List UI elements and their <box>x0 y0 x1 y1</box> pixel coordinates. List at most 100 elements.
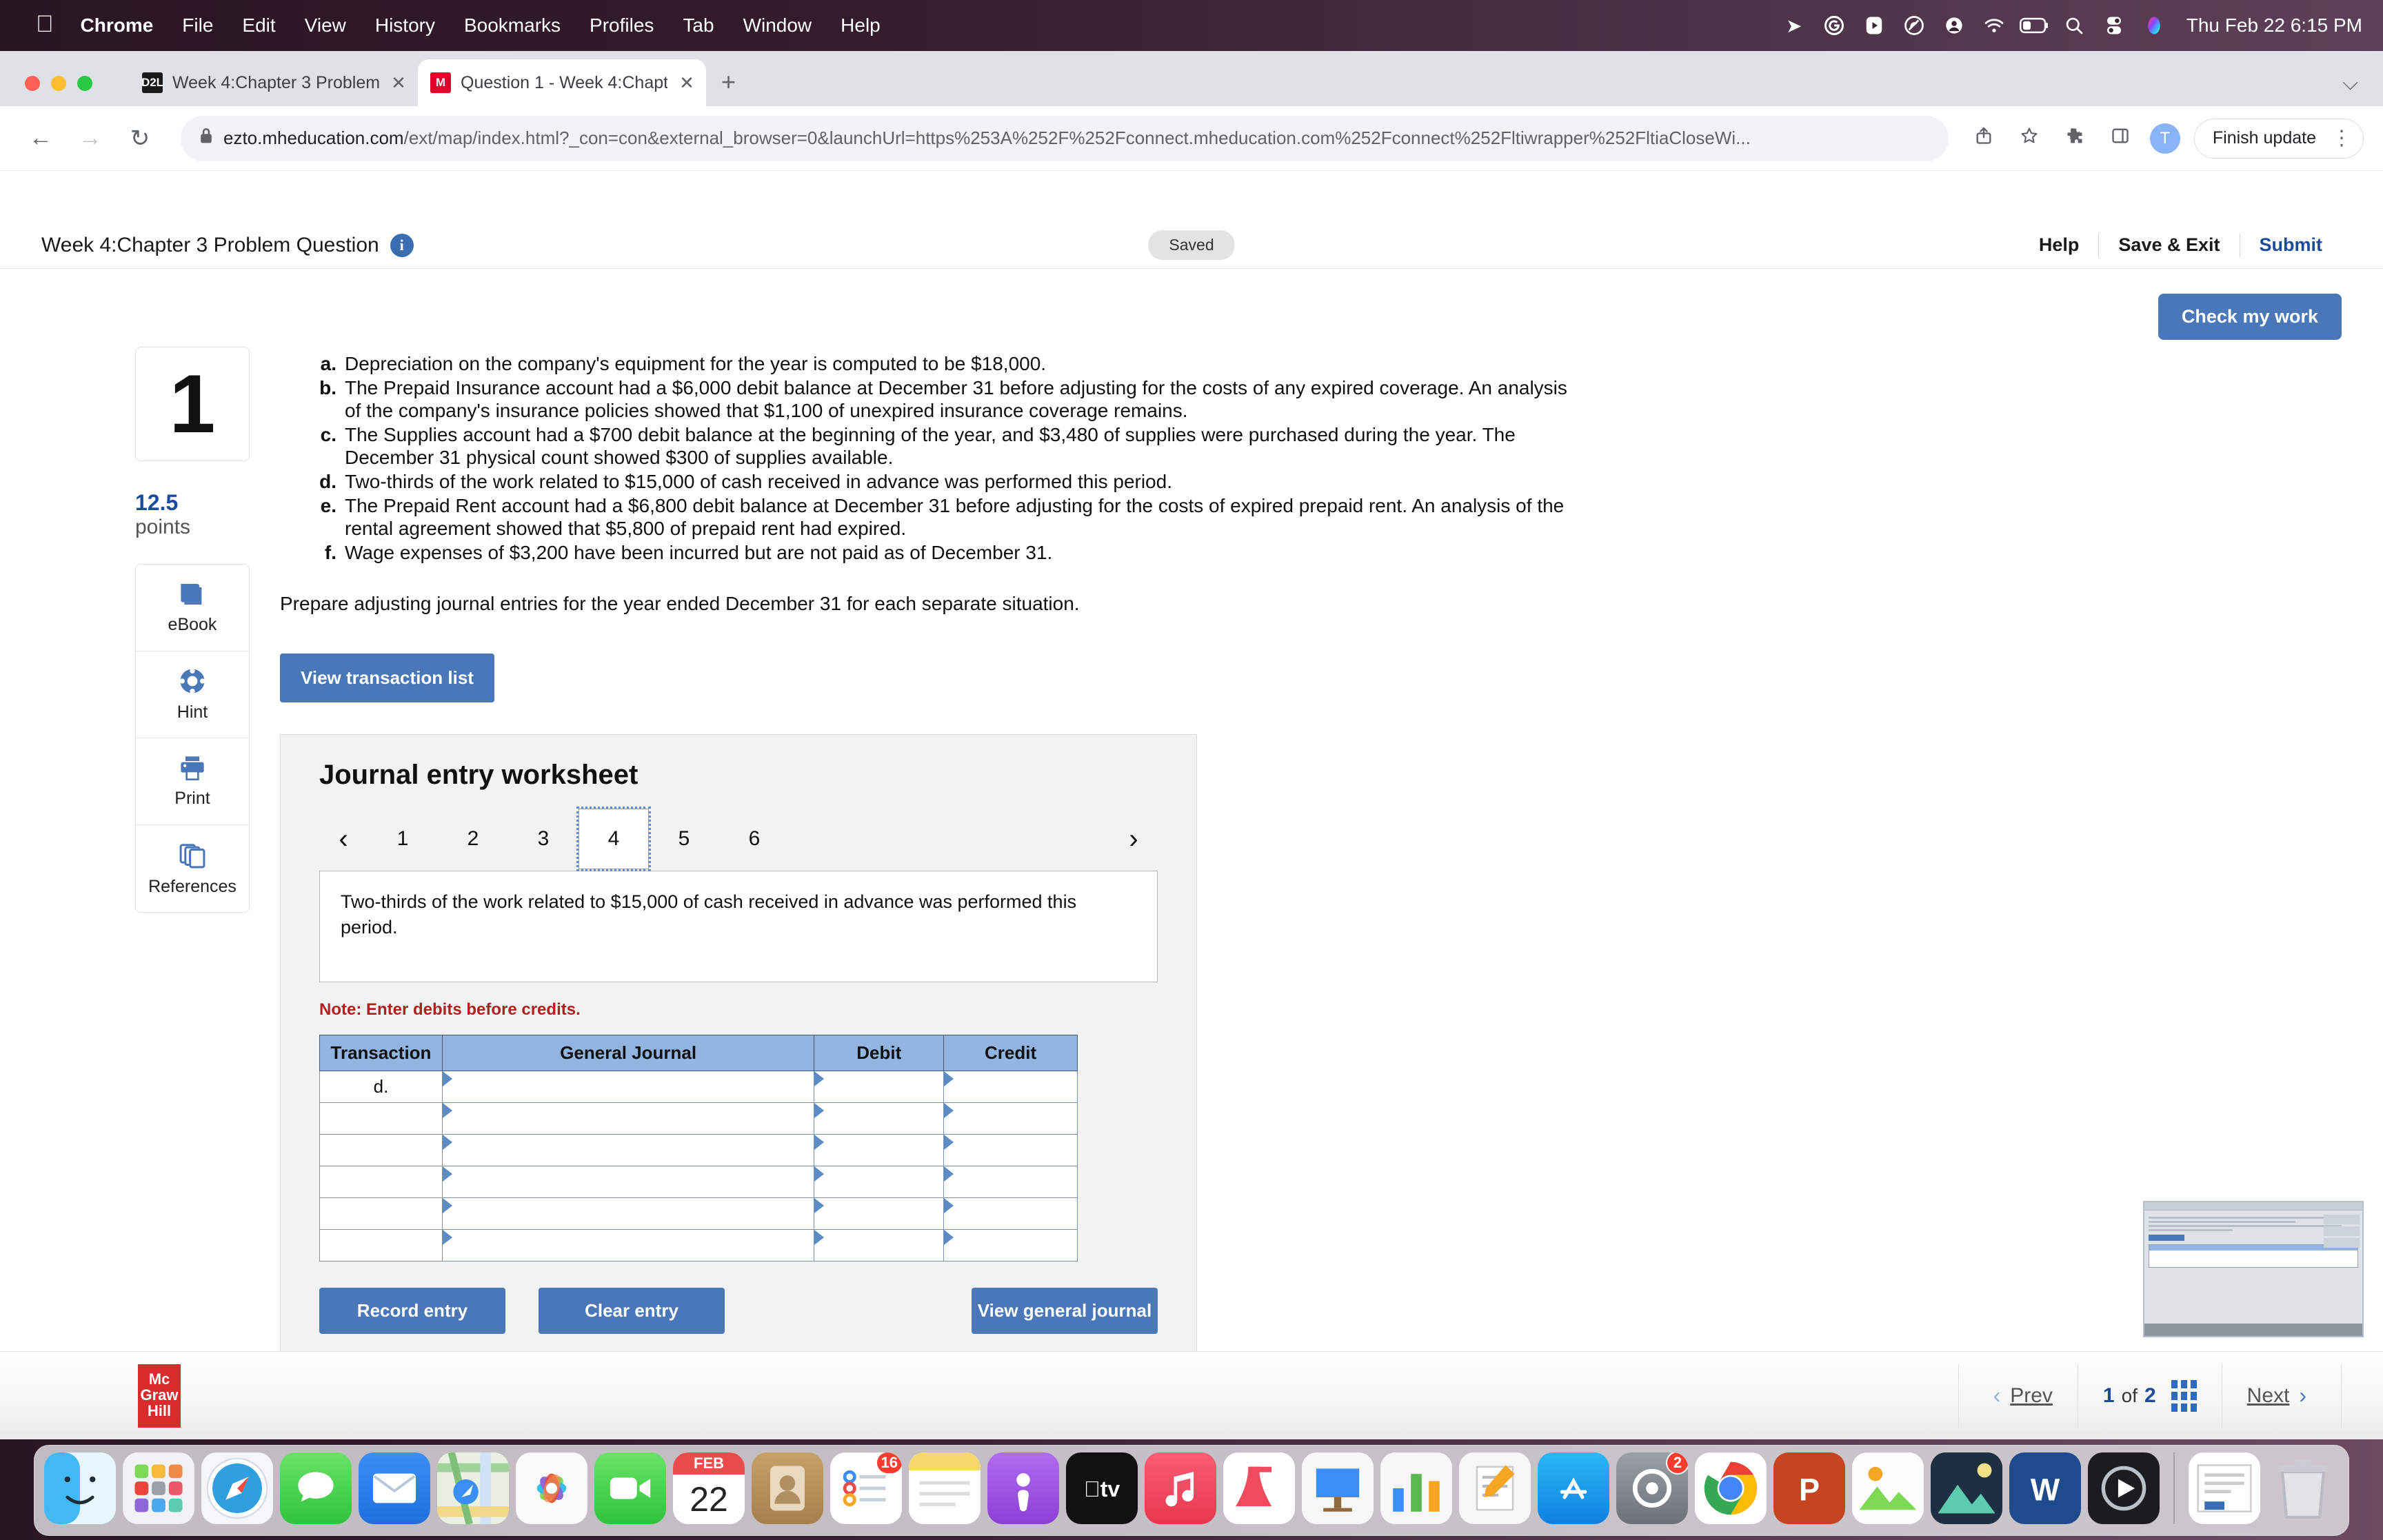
dropdown-caret-icon[interactable] <box>944 1071 954 1087</box>
cell-debit[interactable] <box>814 1134 945 1167</box>
worksheet-tab-4[interactable]: 4 <box>576 807 651 872</box>
keynote-icon[interactable] <box>1302 1452 1374 1524</box>
dropdown-caret-icon[interactable] <box>814 1071 825 1087</box>
creative-cloud-icon[interactable] <box>1894 15 1934 36</box>
menu-profiles[interactable]: Profiles <box>575 14 668 37</box>
cell-general-journal[interactable] <box>441 1071 815 1104</box>
menubar-clock[interactable]: Thu Feb 22 6:15 PM <box>2174 14 2362 37</box>
cell-debit[interactable] <box>814 1102 945 1135</box>
hint-button[interactable]: Hint <box>136 651 249 738</box>
gallery-icon[interactable] <box>1931 1452 2002 1524</box>
cell-transaction[interactable] <box>319 1102 443 1135</box>
dropdown-caret-icon[interactable] <box>814 1135 825 1151</box>
close-tab-1-icon[interactable]: ✕ <box>389 72 408 94</box>
prev-page-button[interactable]: ‹ Prev <box>1958 1364 2078 1428</box>
view-transaction-list-button[interactable]: View transaction list <box>280 654 494 703</box>
back-button[interactable]: ← <box>19 117 62 160</box>
maps-icon[interactable] <box>437 1452 509 1524</box>
cell-transaction[interactable] <box>319 1134 443 1167</box>
dropdown-caret-icon[interactable] <box>442 1135 452 1151</box>
dropdown-caret-icon[interactable] <box>944 1135 954 1151</box>
trash-icon[interactable] <box>2267 1452 2339 1524</box>
minimize-window-button[interactable] <box>51 76 66 91</box>
chrome-icon[interactable] <box>1695 1452 1767 1524</box>
cell-general-journal[interactable] <box>441 1166 815 1199</box>
reminders-icon[interactable]: 16 <box>830 1452 902 1524</box>
control-center-icon[interactable] <box>2094 15 2134 36</box>
cell-transaction[interactable] <box>319 1197 443 1230</box>
star-icon[interactable] <box>2013 126 2045 150</box>
print-button[interactable]: Print <box>136 738 249 825</box>
notes-icon[interactable] <box>909 1452 981 1524</box>
numbers-icon[interactable] <box>1380 1452 1452 1524</box>
dropdown-caret-icon[interactable] <box>442 1230 452 1246</box>
news-icon[interactable] <box>1223 1452 1295 1524</box>
word-icon[interactable]: W <box>2009 1452 2081 1524</box>
browser-tab-1[interactable]: D2L Week 4:Chapter 3 Problem Qu ✕ <box>130 59 418 106</box>
finder-icon[interactable] <box>44 1452 116 1524</box>
new-tab-button[interactable]: + <box>706 68 751 106</box>
worksheet-tab-6[interactable]: 6 <box>719 809 790 869</box>
dropdown-caret-icon[interactable] <box>442 1198 452 1214</box>
worksheet-prev-icon[interactable]: ‹ <box>319 824 368 855</box>
record-entry-button[interactable]: Record entry <box>319 1288 505 1335</box>
cell-debit[interactable] <box>814 1166 945 1199</box>
dropdown-caret-icon[interactable] <box>814 1198 825 1214</box>
facetime-icon[interactable] <box>594 1452 666 1524</box>
check-my-work-button[interactable]: Check my work <box>2158 294 2342 340</box>
music-icon[interactable] <box>1145 1452 1216 1524</box>
next-page-button[interactable]: Next › <box>2221 1364 2342 1428</box>
safari-icon[interactable] <box>201 1452 273 1524</box>
siri-icon[interactable] <box>2134 15 2174 36</box>
cell-credit[interactable] <box>943 1102 1078 1135</box>
search-icon[interactable] <box>2054 16 2094 35</box>
cell-credit[interactable] <box>943 1229 1078 1262</box>
maximize-window-button[interactable] <box>77 76 92 91</box>
menu-bookmarks[interactable]: Bookmarks <box>450 14 575 37</box>
battery-icon[interactable] <box>2014 17 2054 34</box>
cell-general-journal[interactable] <box>441 1134 815 1167</box>
window-controls[interactable] <box>25 76 92 91</box>
downloads-stack-icon[interactable] <box>2189 1452 2260 1524</box>
worksheet-tab-3[interactable]: 3 <box>508 809 579 869</box>
grammarly-icon[interactable] <box>1814 15 1854 36</box>
pages-icon[interactable] <box>1459 1452 1531 1524</box>
worksheet-next-icon[interactable]: › <box>1109 824 1158 855</box>
browser-tab-2[interactable]: M Question 1 - Week 4:Chapter 3 ✕ <box>418 59 706 106</box>
photos-icon[interactable] <box>516 1452 587 1524</box>
save-and-exit-link[interactable]: Save & Exit <box>2099 234 2239 256</box>
dropdown-caret-icon[interactable] <box>814 1166 825 1182</box>
close-tab-2-icon[interactable]: ✕ <box>677 72 696 94</box>
menu-file[interactable]: File <box>168 14 228 37</box>
menu-edit[interactable]: Edit <box>228 14 290 37</box>
play-icon[interactable] <box>1854 15 1894 36</box>
quicktime-icon[interactable] <box>2088 1452 2160 1524</box>
puzzle-icon[interactable] <box>2059 126 2091 150</box>
dropdown-caret-icon[interactable] <box>442 1166 452 1182</box>
view-general-journal-button[interactable]: View general journal <box>972 1288 1158 1335</box>
chrome-menu-icon[interactable]: ⋮ <box>2326 126 2357 150</box>
dropdown-caret-icon[interactable] <box>944 1198 954 1214</box>
dropdown-caret-icon[interactable] <box>944 1166 954 1182</box>
help-link[interactable]: Help <box>2020 234 2099 256</box>
address-bar[interactable]: ezto.mheducation.com/ext/map/index.html?… <box>181 115 1949 161</box>
cell-credit[interactable] <box>943 1134 1078 1167</box>
apple-menu-icon[interactable]:  <box>23 12 66 36</box>
side-panel-icon[interactable] <box>2104 126 2136 150</box>
forward-button[interactable]: → <box>69 117 112 160</box>
menu-view[interactable]: View <box>290 14 361 37</box>
cell-debit[interactable] <box>814 1071 945 1104</box>
contacts-icon[interactable] <box>752 1452 823 1524</box>
ebook-button[interactable]: eBook <box>136 565 249 651</box>
cell-credit[interactable] <box>943 1166 1078 1199</box>
appletv-icon[interactable]: tv <box>1066 1452 1138 1524</box>
finish-update-button[interactable]: Finish update ⋮ <box>2193 118 2364 159</box>
profile-avatar[interactable]: T <box>2149 123 2180 154</box>
menu-chrome[interactable]: Chrome <box>66 14 168 37</box>
cell-debit[interactable] <box>814 1197 945 1230</box>
cell-debit[interactable] <box>814 1229 945 1262</box>
calendar-icon[interactable]: FEB 22 <box>673 1452 745 1524</box>
worksheet-tab-1[interactable]: 1 <box>368 809 438 869</box>
preview-icon[interactable] <box>1852 1452 1924 1524</box>
dropdown-caret-icon[interactable] <box>944 1230 954 1246</box>
